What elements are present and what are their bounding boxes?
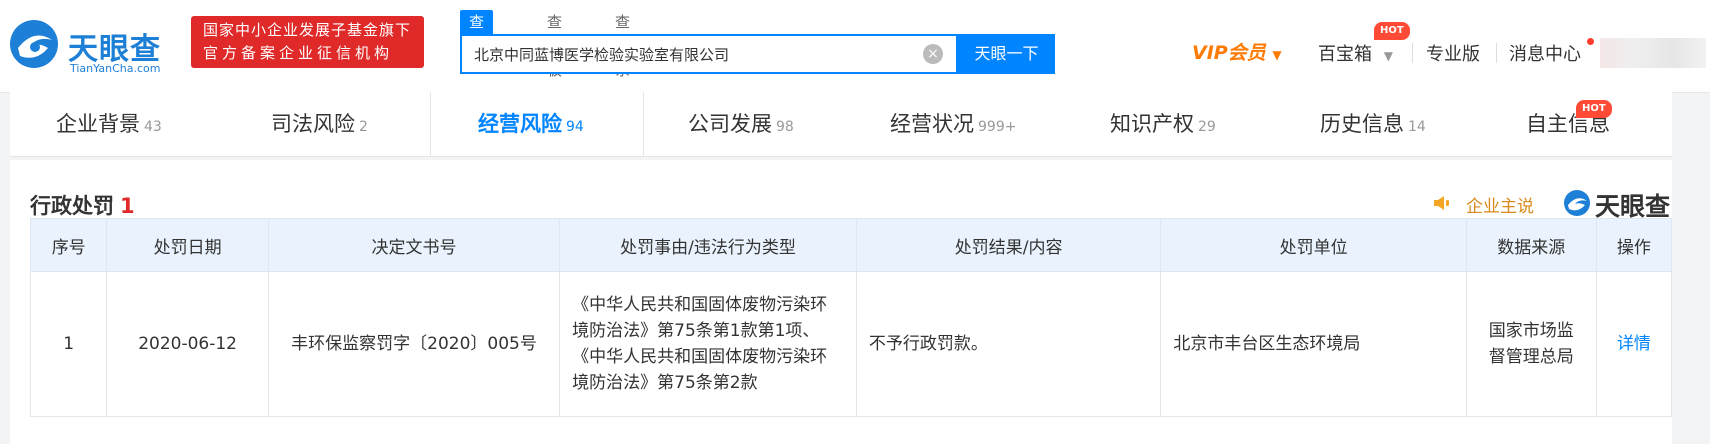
badge-line-2: 官方备案企业征信机构 (203, 44, 394, 62)
cell-unit: 北京市丰台区生态环境局 (1160, 271, 1467, 417)
tab-label: 历史信息 (1320, 112, 1404, 136)
search-tab-relation[interactable]: 查关系 (606, 10, 639, 79)
logo[interactable]: 天眼查 TianYanCha.com (8, 14, 178, 75)
table-row: 1 2020-06-12 丰环保监察罚字〔2020〕005号 《中华人民共和国固… (29, 271, 1673, 417)
tab-ip[interactable]: 知识产权 29 (1110, 92, 1216, 156)
nav-pro[interactable]: 专业版 (1426, 40, 1480, 66)
hot-badge: HOT (1374, 22, 1410, 40)
caret-down-icon: ▼ (1272, 48, 1282, 62)
nav-messages[interactable]: 消息中心 (1509, 40, 1581, 66)
nav-toolbox[interactable]: 百宝箱 ▼ (1318, 40, 1393, 66)
caret-down-icon: ▼ (1383, 49, 1393, 63)
search-tab-boss[interactable]: 查老板 (538, 10, 571, 79)
penalty-card: 行政处罚 1 企业主说 天眼查 序号 处罚日期 决定文书号 处罚事由/违法行为类型… (10, 160, 1673, 444)
nav-toolbox-label: 百宝箱 (1318, 44, 1372, 65)
tab-label: 经营状况 (890, 112, 974, 136)
cell-doc-no: 丰环保监察罚字〔2020〕005号 (267, 271, 561, 417)
clear-icon[interactable]: × (923, 44, 943, 64)
col-header: 处罚日期 (106, 218, 269, 272)
category-tabs: 企业背景 43 司法风险 2 经营风险 94 公司发展 98 经营状况 999+ 知识产权… (10, 92, 1672, 157)
tab-count: 94 (566, 119, 584, 135)
tab-background[interactable]: 企业背景 43 (56, 92, 162, 156)
tab-history[interactable]: 历史信息 14 (1320, 92, 1426, 156)
col-header: 处罚结果/内容 (855, 218, 1162, 272)
cell-date: 2020-06-12 (106, 271, 269, 417)
official-badge: 国家中小企业发展子基金旗下 官方备案企业征信机构 (191, 16, 424, 68)
penalty-table: 序号 处罚日期 决定文书号 处罚事由/违法行为类型 处罚结果/内容 处罚单位 数… (29, 218, 1673, 417)
tab-count: 999+ (978, 119, 1017, 135)
tianyancha-logo-icon (10, 20, 58, 68)
tianyancha-logo-icon (1564, 190, 1590, 216)
cell-index: 1 (29, 271, 108, 417)
logo-domain: TianYanCha.com (70, 62, 161, 75)
col-header: 处罚事由/违法行为类型 (559, 218, 857, 272)
tab-label: 知识产权 (1110, 112, 1194, 136)
tab-operation[interactable]: 经营状况 999+ (890, 92, 1016, 156)
tab-label: 司法风险 (271, 112, 355, 136)
col-header: 操作 (1595, 218, 1673, 272)
search-input[interactable]: 北京中同蓝博医学检验实验室有限公司 (474, 44, 729, 65)
search-box[interactable]: 北京中同蓝博医学检验实验室有限公司 × (460, 34, 958, 74)
tab-count: 98 (776, 119, 794, 135)
search-button[interactable]: 天眼一下 (958, 34, 1055, 74)
top-bar: 天眼查 TianYanCha.com 国家中小企业发展子基金旗下 官方备案企业征… (0, 0, 1710, 93)
col-header: 决定文书号 (267, 218, 561, 272)
tab-label: 经营风险 (478, 112, 562, 136)
table-header-row: 序号 处罚日期 决定文书号 处罚事由/违法行为类型 处罚结果/内容 处罚单位 数… (29, 218, 1673, 272)
tab-label: 企业背景 (56, 112, 140, 136)
tab-count: 2 (359, 119, 368, 135)
tab-label: 公司发展 (688, 112, 772, 136)
nav-divider (1412, 43, 1413, 63)
hot-badge: HOT (1576, 100, 1612, 118)
tab-development[interactable]: 公司发展 98 (688, 92, 794, 156)
avatar[interactable] (1600, 38, 1706, 68)
detail-link[interactable]: 详情 (1595, 271, 1673, 417)
col-header: 数据来源 (1465, 218, 1597, 272)
company-claim-link[interactable]: 企业主说 (1466, 192, 1534, 217)
nav-divider (1496, 43, 1497, 63)
col-header: 序号 (29, 218, 108, 272)
vip-menu[interactable]: VIP会员 ▼ (1192, 38, 1282, 65)
tab-count: 14 (1408, 119, 1426, 135)
cell-result: 不予行政罚款。 (855, 271, 1162, 417)
section-title-text: 行政处罚 (30, 194, 114, 218)
cell-source: 国家市场监督管理总局 (1465, 271, 1597, 417)
badge-line-1: 国家中小企业发展子基金旗下 (203, 21, 412, 39)
tab-judicial-risk[interactable]: 司法风险 2 (271, 92, 368, 156)
cell-reason: 《中华人民共和国固体废物污染环境防治法》第75条第1款第1项、《中华人民共和国固… (559, 271, 857, 417)
col-header: 处罚单位 (1160, 218, 1467, 272)
vip-label: VIP会员 (1192, 42, 1266, 64)
section-title: 行政处罚 1 (30, 190, 135, 220)
notification-dot (1587, 38, 1594, 45)
tab-count: 43 (144, 119, 162, 135)
search-tab-company[interactable]: 查公司 (460, 10, 494, 79)
tab-business-risk[interactable]: 经营风险 94 (478, 92, 584, 156)
speaker-icon (1434, 196, 1449, 210)
tab-count: 29 (1198, 119, 1216, 135)
section-count: 1 (120, 194, 135, 218)
